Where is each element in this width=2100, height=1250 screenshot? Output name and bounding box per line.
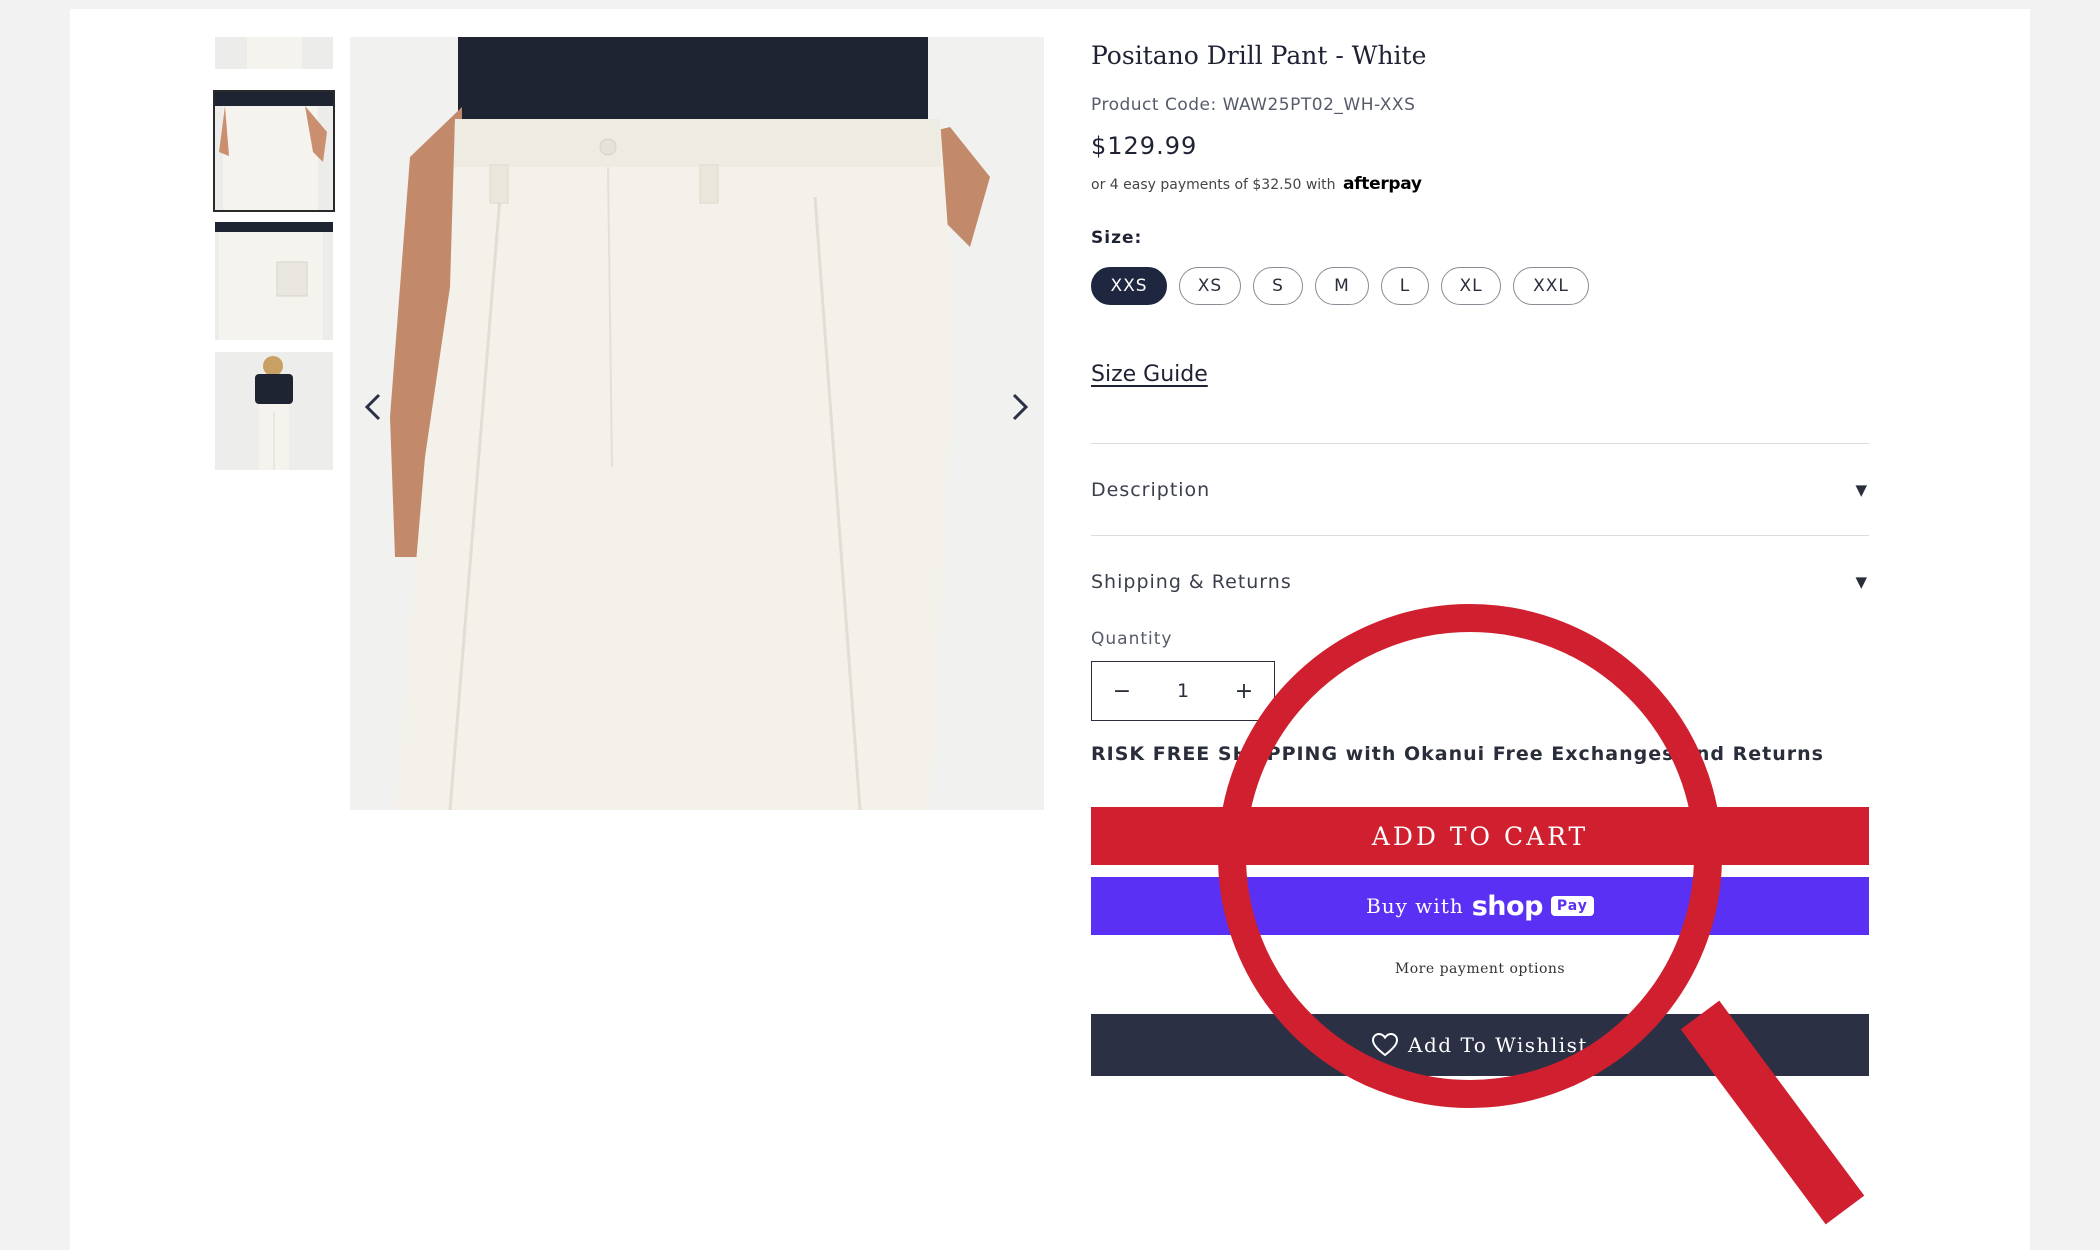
product-page: Positano Drill Pant - White Product Code…	[70, 9, 2030, 1250]
risk-free-note: RISK FREE SHOPPING with Okanui Free Exch…	[1091, 743, 1824, 765]
caret-down-icon: ▼	[1855, 480, 1867, 499]
product-price: $129.99	[1091, 132, 1198, 160]
thumbnail-2[interactable]	[215, 222, 333, 340]
size-option-s[interactable]: S	[1253, 267, 1303, 305]
pay-badge: Pay	[1550, 896, 1594, 916]
shop-pay-button[interactable]: Buy with shop Pay	[1091, 877, 1869, 935]
thumbnail-3[interactable]	[215, 352, 333, 470]
size-option-xxl[interactable]: XXL	[1513, 267, 1589, 305]
size-option-xxs[interactable]: XXS	[1091, 267, 1167, 305]
next-image-arrow[interactable]	[1002, 389, 1038, 425]
size-label: Size:	[1091, 228, 1143, 248]
quantity-stepper: − 1 +	[1091, 661, 1275, 721]
quantity-value[interactable]: 1	[1177, 680, 1189, 702]
main-product-image	[350, 37, 1044, 810]
description-label: Description	[1091, 478, 1211, 501]
afterpay-logo: afterpay	[1343, 174, 1422, 194]
wishlist-label: Add To Wishlist	[1408, 1033, 1588, 1057]
thumbnail-0[interactable]	[215, 37, 333, 69]
size-selector: XXS XS S M L XL XXL	[1091, 267, 1589, 305]
shipping-accordion[interactable]: Shipping & Returns ▼	[1091, 535, 1869, 627]
size-option-xl[interactable]: XL	[1441, 267, 1501, 305]
heart-icon	[1372, 1033, 1399, 1057]
product-code: Product Code: WAW25PT02_WH-XXS	[1091, 95, 1416, 115]
quantity-decrease-button[interactable]: −	[1110, 679, 1134, 704]
shop-logo: shop	[1471, 890, 1544, 922]
description-accordion[interactable]: Description ▼	[1091, 443, 1869, 535]
size-guide-link[interactable]: Size Guide	[1091, 362, 1208, 387]
size-option-l[interactable]: L	[1381, 267, 1429, 305]
quantity-label: Quantity	[1091, 629, 1173, 649]
product-title: Positano Drill Pant - White	[1091, 41, 1427, 70]
prev-image-arrow[interactable]	[355, 389, 391, 425]
caret-down-icon: ▼	[1855, 572, 1867, 591]
afterpay-text: or 4 easy payments of $32.50 with	[1091, 177, 1336, 193]
size-option-m[interactable]: M	[1315, 267, 1369, 305]
quantity-increase-button[interactable]: +	[1232, 679, 1256, 704]
buy-with-text: Buy with	[1366, 894, 1464, 918]
size-option-xs[interactable]: XS	[1179, 267, 1241, 305]
add-to-cart-button[interactable]: ADD TO CART	[1091, 807, 1869, 865]
shipping-label: Shipping & Returns	[1091, 570, 1292, 593]
afterpay-note: or 4 easy payments of $32.50 with afterp…	[1091, 174, 1422, 194]
thumbnail-1[interactable]	[213, 90, 335, 212]
add-to-wishlist-button[interactable]: Add To Wishlist	[1091, 1014, 1869, 1076]
more-payment-options-link[interactable]: More payment options	[1091, 961, 1869, 977]
